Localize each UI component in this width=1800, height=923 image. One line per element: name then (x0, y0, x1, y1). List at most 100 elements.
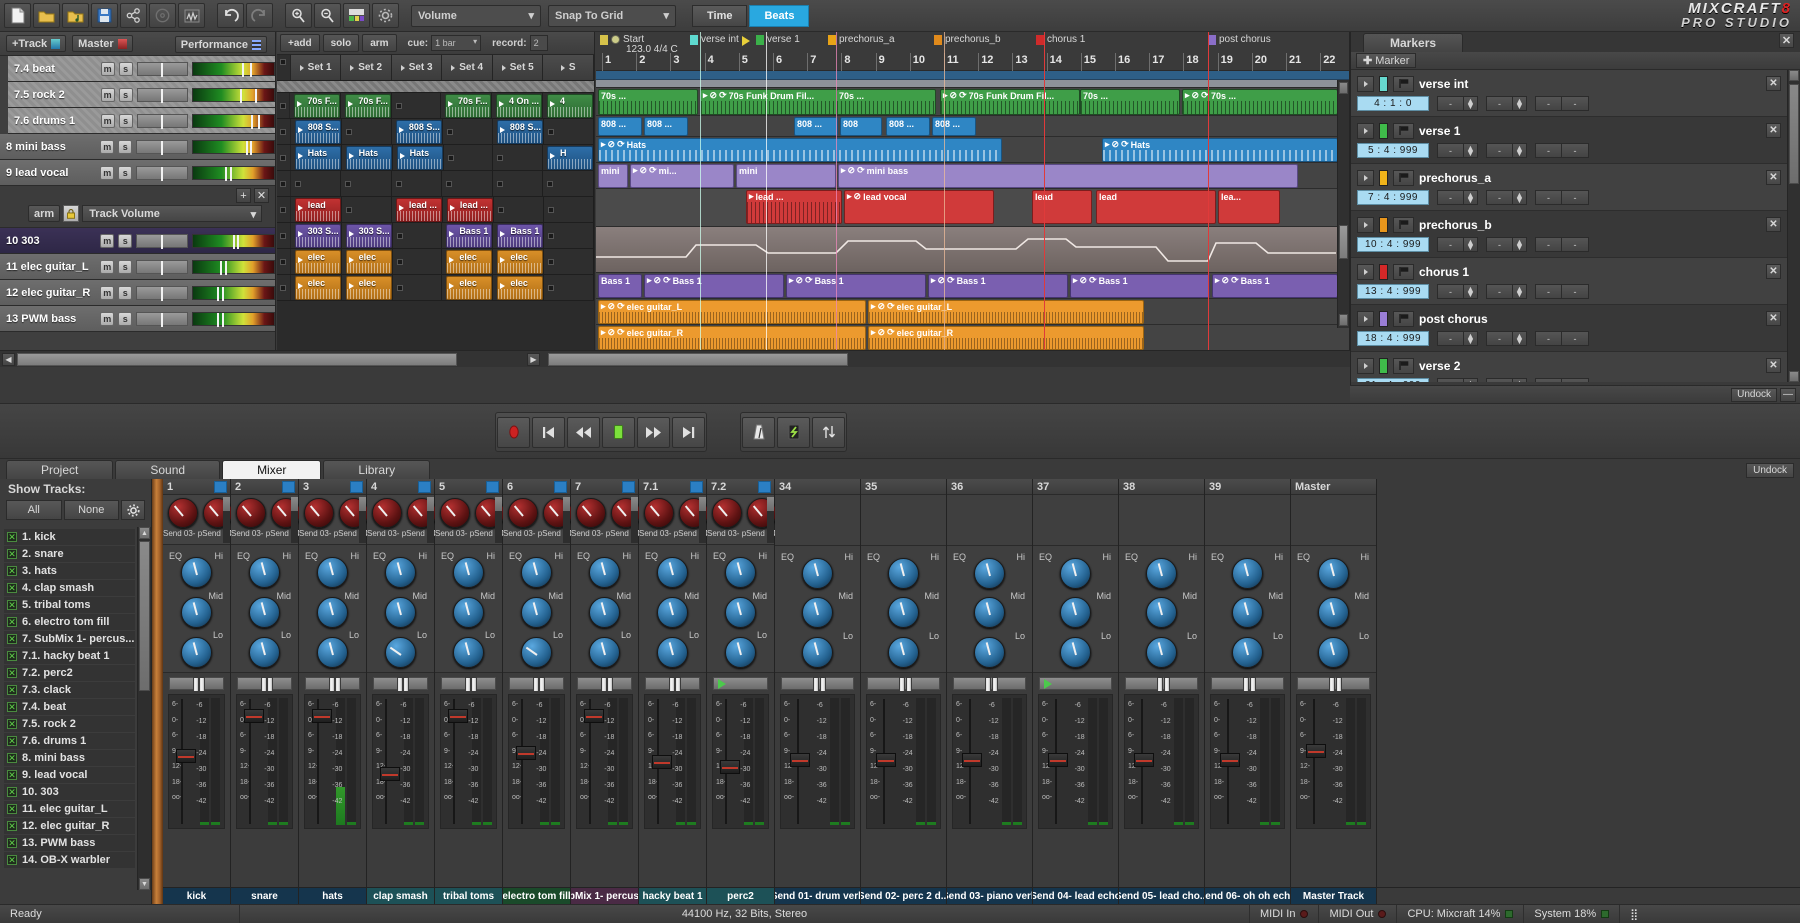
performance-set[interactable]: S (543, 55, 594, 80)
mixer-channel-strip[interactable]: 35EQHiMidLo6-0-6-9-12-18-oo--6-12-18-24-… (861, 479, 947, 887)
gear-icon[interactable] (121, 500, 145, 520)
performance-clip-cell[interactable]: Hats (342, 145, 393, 170)
marker-flag-icon[interactable] (1393, 76, 1414, 92)
sends-scrollbar[interactable] (291, 497, 298, 543)
arrangement-clip[interactable]: ▸⊘⟳elec guitar_R (868, 326, 1144, 350)
performance-clip-cell[interactable] (393, 249, 443, 274)
marker-meter-field[interactable]: -- (1535, 190, 1589, 205)
mute-button[interactable]: m (100, 166, 114, 180)
visibility-checkbox[interactable]: ✕ (7, 651, 17, 661)
visibility-checkbox[interactable]: ✕ (7, 685, 17, 695)
performance-clip-cell[interactable]: Bass 1 (442, 223, 493, 248)
fader-handle[interactable] (1220, 753, 1240, 767)
channel-pan-slider[interactable] (237, 677, 292, 690)
performance-clip-cell[interactable] (493, 145, 543, 170)
performance-clip-cell[interactable] (494, 197, 544, 222)
arrangement-lane[interactable]: Bass 1▸⊘⟳Bass 1▸⊘⟳Bass 1▸⊘⟳Bass 1▸⊘⟳Bass… (596, 273, 1349, 299)
performance-clip[interactable]: 808 S... (497, 120, 543, 144)
performance-clip-cell[interactable]: 4 (543, 93, 594, 118)
channel-fader[interactable]: 6-0-6-9-12-18-oo- (1039, 695, 1073, 828)
channel-fader[interactable]: 6-0-6-9-12-18-oo- (237, 695, 262, 828)
channel-pan-slider[interactable] (305, 677, 360, 690)
show-track-item[interactable]: ✕7.4. beat (4, 699, 135, 715)
marker-flag-icon[interactable] (1393, 170, 1414, 186)
fader-handle[interactable] (244, 709, 264, 723)
channel-name[interactable]: snare (231, 888, 299, 904)
arrangement-clip[interactable]: ▸⊘⟳Bass 1 (1212, 274, 1338, 298)
performance-clip-cell[interactable]: elec (493, 249, 544, 274)
fader-handle[interactable] (720, 760, 740, 774)
solo-button[interactable]: s (118, 260, 132, 274)
performance-clip-cell[interactable]: 808 S... (493, 119, 544, 144)
marker-list-item[interactable]: prechorus_a✕7 : 4 : 999-▲▼-▲▼-- (1351, 164, 1787, 211)
performance-clip[interactable]: 70s F... (294, 94, 340, 118)
channel-name[interactable]: clap smash (367, 888, 435, 904)
eq-mid-knob[interactable] (1146, 597, 1177, 628)
show-track-item[interactable]: ✕8. mini bass (4, 750, 135, 766)
sends-scrollbar[interactable] (427, 497, 434, 543)
eq-hi-knob[interactable] (521, 557, 552, 588)
marker-tempo-stepper[interactable]: -▲▼ (1486, 143, 1527, 158)
arrangement-clip[interactable]: 808 ... (794, 117, 838, 136)
arrangement-clip[interactable]: ▸⊘⟳elec guitar_R (598, 326, 866, 350)
eq-toggle-icon[interactable] (554, 481, 567, 493)
performance-clip[interactable]: elec (446, 276, 492, 300)
send-knob[interactable] (576, 498, 606, 528)
sends-scrollbar[interactable] (767, 497, 774, 543)
stop-icon[interactable] (280, 155, 286, 161)
visibility-checkbox[interactable]: ✕ (7, 566, 17, 576)
visibility-checkbox[interactable]: ✕ (7, 549, 17, 559)
arrangement-clip[interactable]: 70s ... (1080, 89, 1180, 115)
visibility-checkbox[interactable]: ✕ (7, 600, 17, 610)
markers-dock-scrollbar[interactable] (1787, 70, 1800, 382)
channel-name[interactable]: Send 04- lead echo (1033, 888, 1119, 904)
eq-mid-knob[interactable] (888, 597, 919, 628)
arrangement-clip[interactable]: 808 ... (932, 117, 976, 136)
tab-mixer[interactable]: Mixer (222, 460, 321, 479)
channel-pan-slider[interactable] (1297, 677, 1370, 690)
eq-mid-knob[interactable] (317, 597, 348, 628)
eq-hi-knob[interactable] (1318, 558, 1349, 589)
performance-clip-cell[interactable]: lead ... (443, 197, 494, 222)
eq-lo-knob[interactable] (1232, 637, 1263, 668)
eq-mid-knob[interactable] (385, 597, 416, 628)
solo-button[interactable]: s (118, 312, 132, 326)
performance-clip-cell[interactable]: 303 S... (342, 223, 393, 248)
performance-clip-cell[interactable] (544, 119, 594, 144)
arrangement-clip[interactable]: ▸⊘⟳Hats (598, 138, 1002, 162)
eq-lo-knob[interactable] (317, 637, 348, 668)
marker-meter-field[interactable]: -- (1535, 96, 1589, 111)
performance-clip[interactable]: 70s F... (445, 94, 491, 118)
visibility-checkbox[interactable]: ✕ (7, 736, 17, 746)
performance-clip-cell[interactable] (543, 171, 594, 196)
stop-icon[interactable] (280, 285, 286, 291)
marker-color-swatch[interactable] (1379, 170, 1388, 186)
visibility-checkbox[interactable]: ✕ (7, 532, 17, 542)
arrangement-clip[interactable]: ▸⊘⟳Hats (1102, 138, 1338, 162)
mixer-channel-strip[interactable]: 38EQHiMidLo6-0-6-9-12-18-oo--6-12-18-24-… (1119, 479, 1205, 887)
add-track-button[interactable]: +Track (6, 35, 66, 52)
fast-forward-button[interactable] (637, 417, 670, 448)
visibility-checkbox[interactable]: ✕ (7, 787, 17, 797)
arrangement-clip[interactable]: ▸⊘⟳elec guitar_L (868, 300, 1144, 324)
marker-meter-field[interactable]: -- (1535, 378, 1589, 382)
channel-pan-slider[interactable] (1211, 677, 1284, 690)
performance-clip-cell[interactable]: Hats (291, 145, 342, 170)
performance-clip[interactable]: 4 (547, 94, 593, 118)
marker-play-button[interactable] (1357, 217, 1374, 233)
eq-mid-knob[interactable] (249, 597, 280, 628)
channel-fader[interactable]: 6-0-6-9-12-18-oo- (373, 695, 398, 828)
performance-clip[interactable]: 808 S... (295, 120, 341, 144)
performance-clip-cell[interactable]: 4 On ... (492, 93, 543, 118)
tab-markers[interactable]: Markers (1363, 33, 1463, 52)
tracks-scroll-down-arrow[interactable]: ▼ (139, 878, 150, 890)
performance-clip-cell[interactable] (444, 145, 494, 170)
solo-button[interactable]: s (118, 286, 132, 300)
stop-icon[interactable] (280, 233, 286, 239)
performance-clip-cell[interactable] (291, 171, 342, 196)
fader-handle[interactable] (876, 753, 896, 767)
markers-undock-button[interactable]: Undock (1731, 388, 1777, 402)
visibility-checkbox[interactable]: ✕ (7, 702, 17, 712)
tracks-scroll-up-arrow[interactable]: ▲ (139, 527, 150, 539)
marker-flag-icon[interactable] (1393, 123, 1414, 139)
